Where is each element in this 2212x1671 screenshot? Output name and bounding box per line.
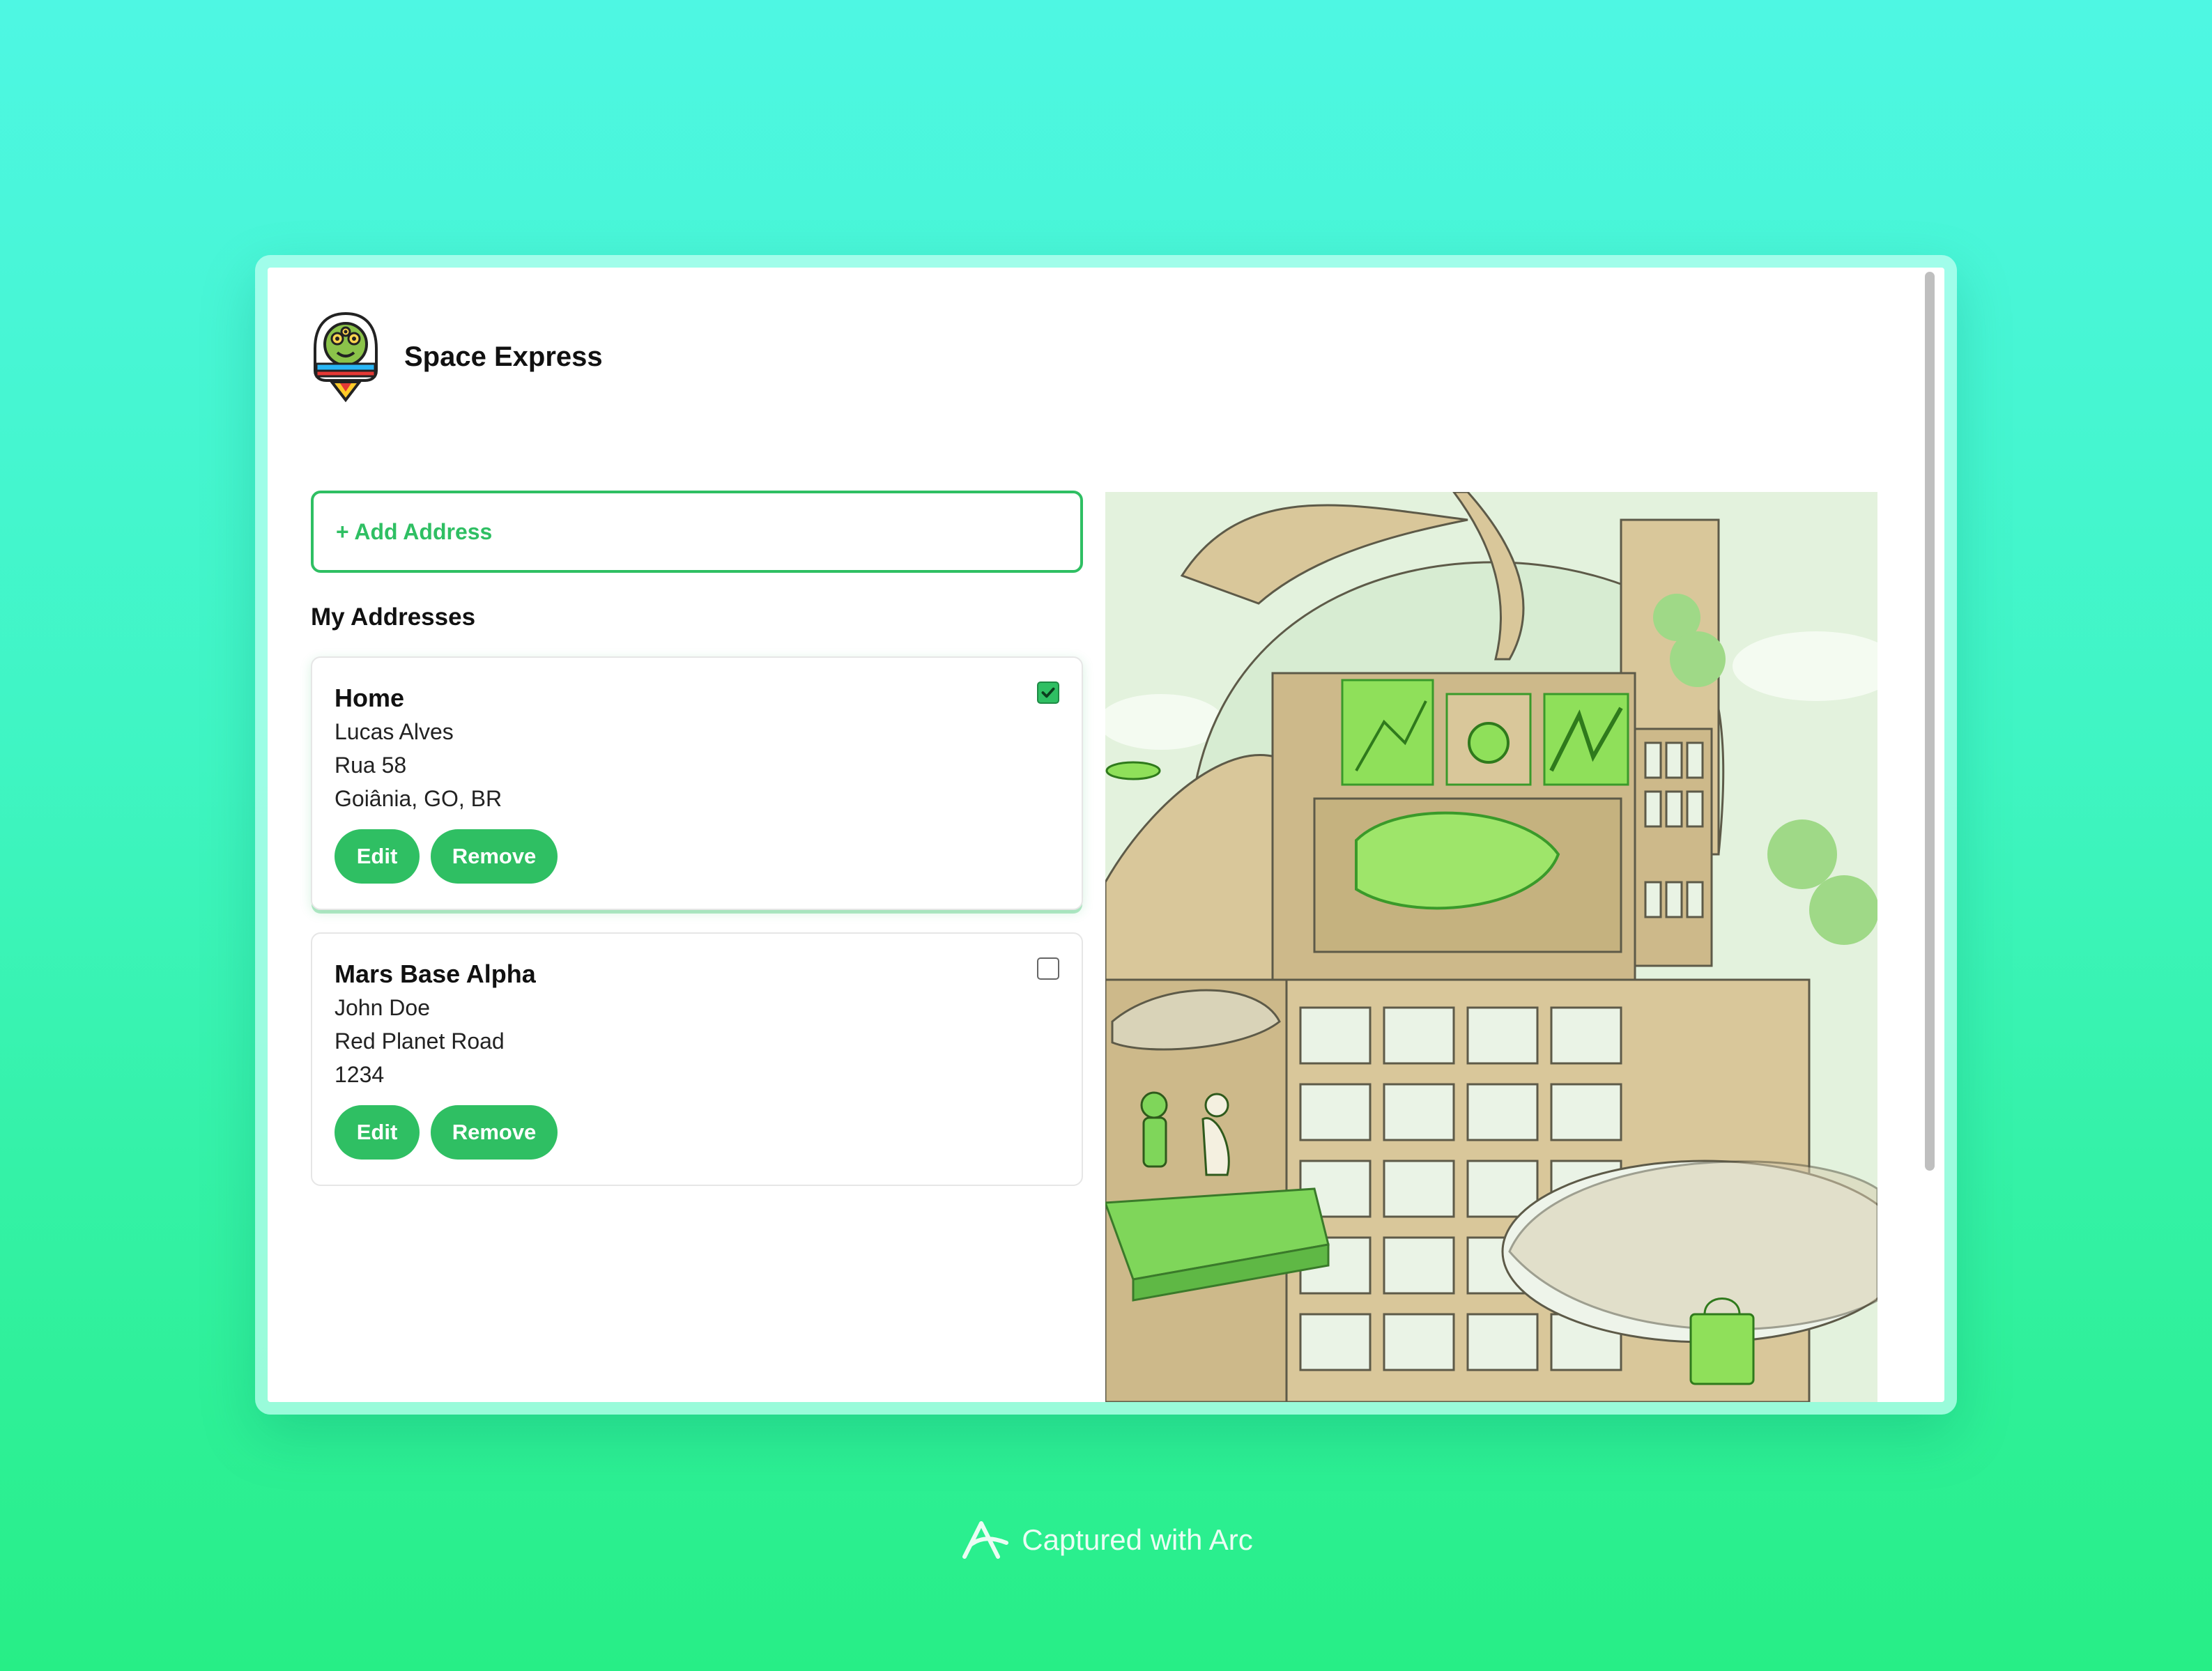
address-locality: Goiânia, GO, BR bbox=[335, 786, 502, 811]
select-address-checkbox[interactable] bbox=[1037, 682, 1059, 704]
remove-address-button[interactable]: Remove bbox=[431, 829, 558, 884]
edit-address-button[interactable]: Edit bbox=[335, 1105, 420, 1160]
alien-mascot-icon bbox=[314, 311, 378, 403]
capture-footer: Captured with Arc bbox=[0, 1518, 2212, 1562]
select-address-checkbox[interactable] bbox=[1037, 957, 1059, 980]
address-actions: Edit Remove bbox=[335, 829, 1059, 884]
address-card-mars-base-alpha[interactable]: Mars Base Alpha John Doe Red Planet Road… bbox=[311, 932, 1083, 1186]
address-panel: + Add Address My Addresses Home Lucas Al… bbox=[311, 491, 1083, 1186]
vertical-scrollbar[interactable] bbox=[1925, 272, 1935, 1171]
address-street: Rua 58 bbox=[335, 753, 407, 778]
address-title: Home bbox=[335, 684, 405, 712]
arc-logo-icon bbox=[962, 1521, 1009, 1559]
app-window: Space Express + Add Address My Addresses… bbox=[268, 268, 1944, 1402]
address-actions: Edit Remove bbox=[335, 1105, 1059, 1160]
futuristic-city-illustration bbox=[1105, 492, 1877, 1402]
app-header: Space Express bbox=[311, 311, 603, 403]
address-recipient: Lucas Alves bbox=[335, 719, 454, 744]
section-title: My Addresses bbox=[311, 603, 476, 631]
address-locality: 1234 bbox=[335, 1062, 385, 1087]
brand-name: Space Express bbox=[404, 341, 603, 372]
browser-window-frame: Space Express + Add Address My Addresses… bbox=[255, 255, 1957, 1415]
checkmark-icon bbox=[1041, 687, 1055, 698]
address-card-home[interactable]: Home Lucas Alves Rua 58 Goiânia, GO, BR … bbox=[311, 656, 1083, 910]
address-recipient: John Doe bbox=[335, 995, 430, 1020]
address-street: Red Planet Road bbox=[335, 1029, 505, 1054]
capture-label: Captured with Arc bbox=[1022, 1523, 1253, 1556]
remove-address-button[interactable]: Remove bbox=[431, 1105, 558, 1160]
address-title: Mars Base Alpha bbox=[335, 960, 536, 988]
add-address-button[interactable]: + Add Address bbox=[311, 491, 1083, 573]
edit-address-button[interactable]: Edit bbox=[335, 829, 420, 884]
